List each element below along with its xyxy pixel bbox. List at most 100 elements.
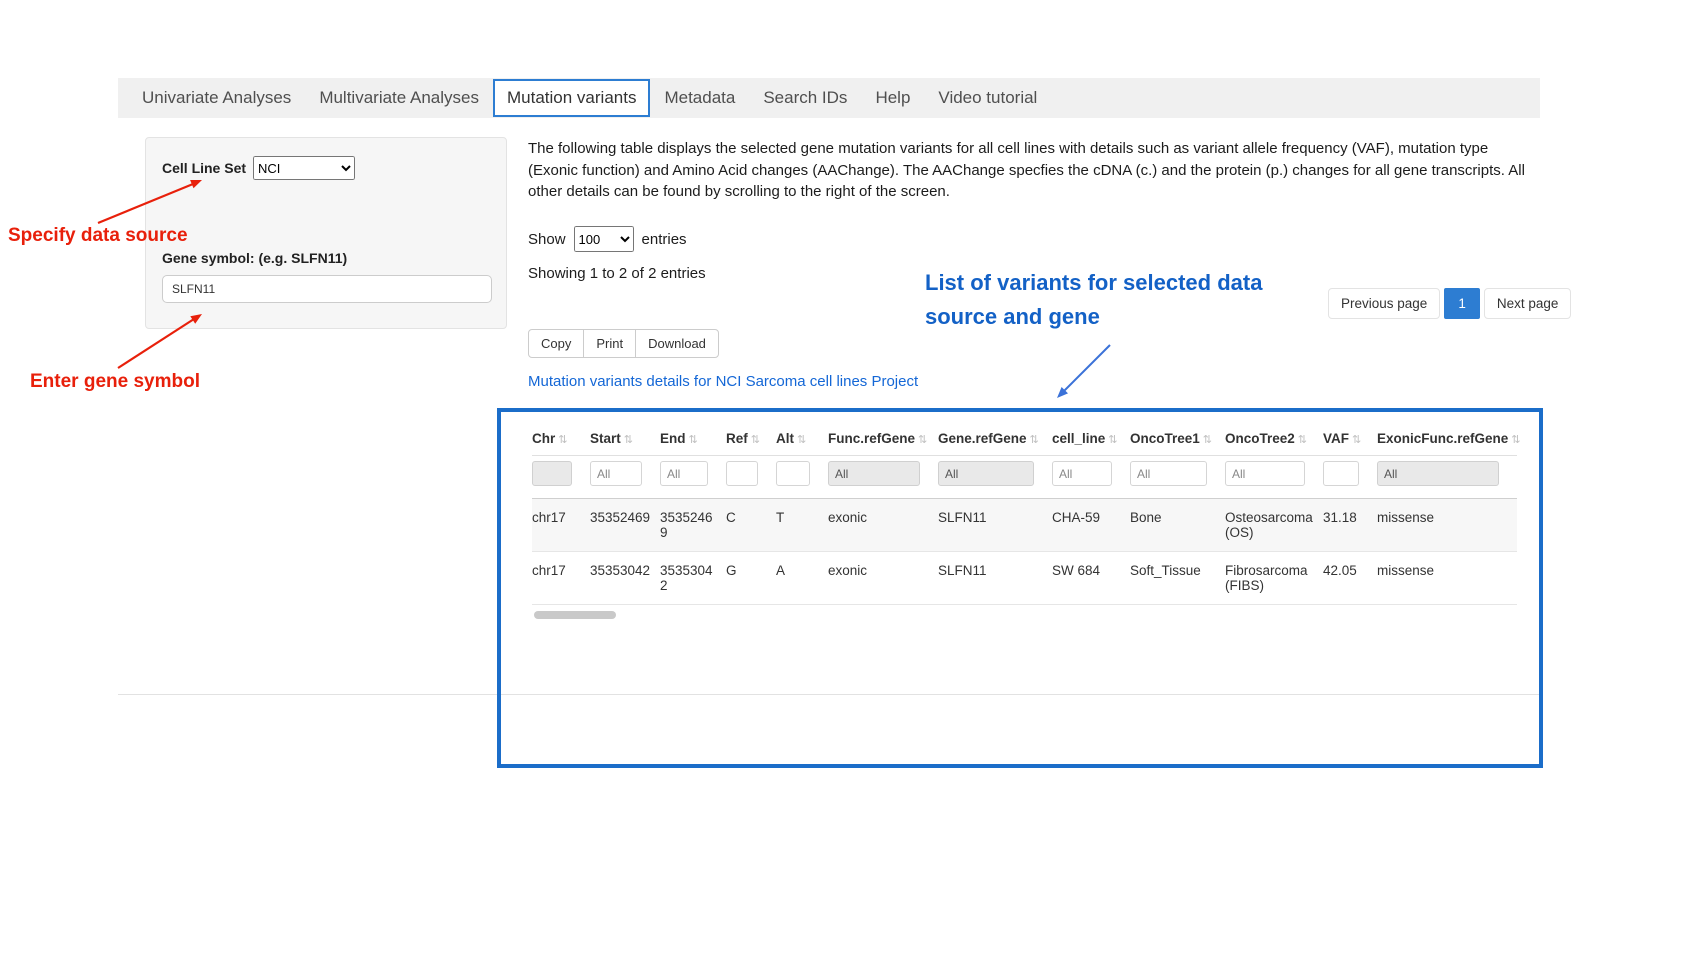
header-row: Chr⇅ Start⇅ End⇅ Ref⇅ Alt⇅ Func.refGene⇅…	[532, 422, 1517, 456]
sort-icon: ⇅	[1203, 434, 1212, 446]
cell-gene-refgene: SLFN11	[938, 552, 1052, 605]
cell-ref: C	[726, 499, 776, 552]
table-row[interactable]: chr17 35352469 35352469 C T exonic SLFN1…	[532, 499, 1517, 552]
tab-multivariate-analyses[interactable]: Multivariate Analyses	[305, 78, 493, 118]
filter-alt[interactable]	[776, 461, 810, 486]
annotation-variants-list: List of variants for selected data sourc…	[925, 266, 1262, 334]
cell-line-set-select[interactable]: NCI	[253, 156, 355, 180]
filter-oncotree1[interactable]	[1130, 461, 1207, 486]
filter-row	[532, 456, 1517, 499]
horizontal-scrollbar-thumb[interactable]	[534, 611, 616, 619]
filter-oncotree2[interactable]	[1225, 461, 1305, 486]
cell-vaf: 42.05	[1323, 552, 1377, 605]
filter-cell-line[interactable]	[1052, 461, 1112, 486]
sort-icon: ⇅	[1108, 434, 1117, 446]
sort-icon: ⇅	[918, 434, 927, 446]
cell-oncotree1: Bone	[1130, 499, 1225, 552]
cell-oncotree2: Osteosarcoma (OS)	[1225, 499, 1323, 552]
cell-cell-line: SW 684	[1052, 552, 1130, 605]
tab-search-ids[interactable]: Search IDs	[749, 78, 861, 118]
tab-mutation-variants[interactable]: Mutation variants	[493, 79, 650, 117]
cell-chr: chr17	[532, 552, 590, 605]
cell-gene-refgene: SLFN11	[938, 499, 1052, 552]
sort-icon: ⇅	[689, 434, 698, 446]
filter-start[interactable]	[590, 461, 642, 486]
table-description: The following table displays the selecte…	[528, 138, 1526, 203]
sort-icon: ⇅	[1298, 434, 1307, 446]
show-label: Show	[528, 231, 566, 248]
export-button-group: Copy Print Download	[528, 329, 719, 358]
cell-alt: T	[776, 499, 828, 552]
table-row[interactable]: chr17 35353042 35353042 G A exonic SLFN1…	[532, 552, 1517, 605]
cell-start: 35353042	[590, 552, 660, 605]
column-header-func-refgene[interactable]: Func.refGene⇅	[828, 422, 938, 456]
annotation-specify-data-source: Specify data source	[8, 225, 188, 247]
sort-icon: ⇅	[558, 434, 567, 446]
filter-end[interactable]	[660, 461, 708, 486]
current-page-button[interactable]: 1	[1444, 288, 1480, 319]
column-header-oncotree1[interactable]: OncoTree1⇅	[1130, 422, 1225, 456]
cell-end: 35353042	[660, 552, 726, 605]
cell-func-refgene: exonic	[828, 552, 938, 605]
column-header-oncotree2[interactable]: OncoTree2⇅	[1225, 422, 1323, 456]
print-button[interactable]: Print	[583, 329, 636, 358]
tab-help[interactable]: Help	[861, 78, 924, 118]
table-title-link[interactable]: Mutation variants details for NCI Sarcom…	[528, 373, 918, 390]
filter-gene-refgene[interactable]	[938, 461, 1034, 486]
download-button[interactable]: Download	[635, 329, 719, 358]
copy-button[interactable]: Copy	[528, 329, 584, 358]
cell-oncotree1: Soft_Tissue	[1130, 552, 1225, 605]
filter-exonicfunc-refgene[interactable]	[1377, 461, 1499, 486]
cell-chr: chr17	[532, 499, 590, 552]
controls-panel: Cell Line Set NCI Gene symbol: (e.g. SLF…	[145, 137, 507, 329]
column-header-exonicfunc-refgene[interactable]: ExonicFunc.refGene⇅	[1377, 422, 1517, 456]
filter-ref[interactable]	[726, 461, 758, 486]
filter-vaf[interactable]	[1323, 461, 1359, 486]
column-header-chr[interactable]: Chr⇅	[532, 422, 590, 456]
variants-table-container: Chr⇅ Start⇅ End⇅ Ref⇅ Alt⇅ Func.refGene⇅…	[497, 408, 1543, 768]
annotation-variants-line2: source and gene	[925, 300, 1262, 334]
column-header-end[interactable]: End⇅	[660, 422, 726, 456]
column-header-gene-refgene[interactable]: Gene.refGene⇅	[938, 422, 1052, 456]
column-header-start[interactable]: Start⇅	[590, 422, 660, 456]
next-page-button[interactable]: Next page	[1484, 288, 1572, 319]
variants-table: Chr⇅ Start⇅ End⇅ Ref⇅ Alt⇅ Func.refGene⇅…	[532, 422, 1517, 605]
filter-func-refgene[interactable]	[828, 461, 920, 486]
column-header-cell-line[interactable]: cell_line⇅	[1052, 422, 1130, 456]
gene-symbol-label: Gene symbol: (e.g. SLFN11)	[162, 250, 490, 266]
annotation-variants-line1: List of variants for selected data	[925, 266, 1262, 300]
cell-line-set-label: Cell Line Set	[162, 160, 246, 176]
cell-line-set-row: Cell Line Set NCI	[162, 156, 490, 180]
horizontal-scrollbar-track	[532, 610, 1517, 620]
show-entries-row: Show 100 entries	[528, 226, 687, 252]
tab-univariate-analyses[interactable]: Univariate Analyses	[128, 78, 305, 118]
tab-video-tutorial[interactable]: Video tutorial	[924, 78, 1051, 118]
gene-symbol-input[interactable]	[162, 275, 492, 303]
cell-exonicfunc-refgene: missense	[1377, 552, 1517, 605]
sort-icon: ⇅	[1511, 434, 1520, 446]
pagination: Previous page 1 Next page	[1328, 288, 1571, 319]
filter-chr[interactable]	[532, 461, 572, 486]
sort-icon: ⇅	[1030, 434, 1039, 446]
page: { "colors": { "accent_blue": "#1b6dc9", …	[0, 0, 1700, 956]
top-navbar: Univariate Analyses Multivariate Analyse…	[118, 78, 1540, 118]
showing-entries-text: Showing 1 to 2 of 2 entries	[528, 265, 706, 282]
sort-icon: ⇅	[1352, 434, 1361, 446]
sort-icon: ⇅	[797, 434, 806, 446]
cell-exonicfunc-refgene: missense	[1377, 499, 1517, 552]
sort-icon: ⇅	[624, 434, 633, 446]
column-header-ref[interactable]: Ref⇅	[726, 422, 776, 456]
entries-per-page-select[interactable]: 100	[574, 226, 634, 252]
cell-ref: G	[726, 552, 776, 605]
cell-oncotree2: Fibrosarcoma (FIBS)	[1225, 552, 1323, 605]
entries-label: entries	[642, 231, 687, 248]
column-header-vaf[interactable]: VAF⇅	[1323, 422, 1377, 456]
cell-cell-line: CHA-59	[1052, 499, 1130, 552]
cell-end: 35352469	[660, 499, 726, 552]
cell-func-refgene: exonic	[828, 499, 938, 552]
tab-metadata[interactable]: Metadata	[650, 78, 749, 118]
sort-icon: ⇅	[751, 434, 760, 446]
cell-start: 35352469	[590, 499, 660, 552]
column-header-alt[interactable]: Alt⇅	[776, 422, 828, 456]
previous-page-button[interactable]: Previous page	[1328, 288, 1440, 319]
